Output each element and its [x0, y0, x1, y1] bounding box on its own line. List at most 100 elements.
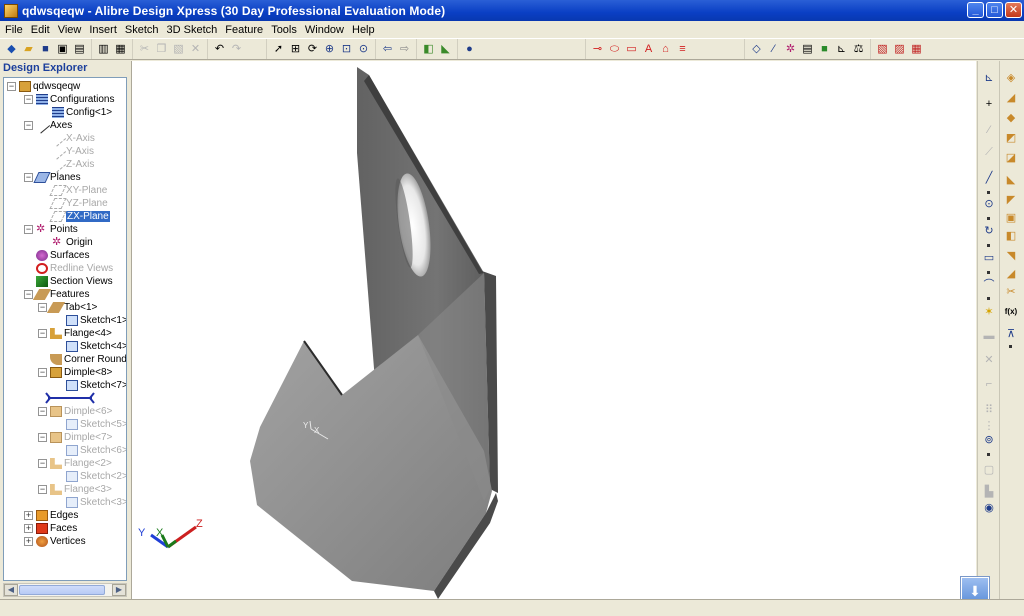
- tree-node-xy-plane[interactable]: XY-Plane: [49, 184, 107, 197]
- line-tool-icon[interactable]: ╱: [982, 171, 996, 185]
- tree-node-axes[interactable]: − Axes: [24, 117, 72, 134]
- tree-node-points[interactable]: − ✲ Points: [24, 223, 78, 236]
- save-icon[interactable]: ■: [39, 42, 52, 56]
- collapse-icon[interactable]: −: [24, 225, 33, 234]
- flange-feature-icon[interactable]: ◢: [1004, 91, 1018, 105]
- tree-node-corner-round-5[interactable]: Corner Round<5>: [50, 353, 126, 366]
- scroll-left-icon[interactable]: ◀: [4, 584, 18, 596]
- menu-feature[interactable]: Feature: [222, 24, 268, 36]
- collapse-icon[interactable]: −: [38, 407, 47, 416]
- menu-3d-sketch[interactable]: 3D Sketch: [164, 24, 223, 36]
- redline-ellipse-icon[interactable]: ⬭: [608, 42, 621, 56]
- box-feature-icon[interactable]: ▣: [1004, 211, 1018, 225]
- menu-sketch[interactable]: Sketch: [122, 24, 164, 36]
- publish-icon[interactable]: ▦: [910, 42, 923, 56]
- project-tool-icon[interactable]: ▙: [982, 485, 996, 499]
- hem-feature-icon[interactable]: ◣: [1004, 173, 1018, 187]
- zoom-in-icon[interactable]: ⊕: [323, 42, 336, 56]
- zoom-window-icon[interactable]: ⊞: [289, 42, 302, 56]
- close-button[interactable]: ✕: [1005, 2, 1022, 18]
- collapse-icon[interactable]: −: [38, 433, 47, 442]
- collapse-icon[interactable]: −: [38, 459, 47, 468]
- offset-tool-icon[interactable]: ⌐: [982, 377, 996, 391]
- save-as-icon[interactable]: ▤: [73, 42, 86, 56]
- bend-feature-icon[interactable]: ◥: [1004, 249, 1018, 263]
- fillet-tool-icon[interactable]: ⌒: [982, 278, 996, 292]
- unfold-feature-icon[interactable]: f(x): [1004, 305, 1018, 319]
- redline-text-icon[interactable]: A: [642, 42, 655, 56]
- collapse-icon[interactable]: −: [24, 173, 33, 182]
- tree-node-sketch-6[interactable]: Sketch<6>: [66, 444, 126, 457]
- plane-icon[interactable]: ◇: [750, 42, 763, 56]
- render-icon[interactable]: ◣: [439, 42, 452, 56]
- maximize-button[interactable]: □: [986, 2, 1003, 18]
- tree-node-edges[interactable]: + Edges: [24, 509, 78, 522]
- expand-icon[interactable]: +: [24, 511, 33, 520]
- collapse-icon[interactable]: −: [38, 329, 47, 338]
- tree-node-faces[interactable]: + Faces: [24, 522, 77, 535]
- flat-pattern-icon[interactable]: ✂: [1004, 285, 1018, 299]
- point-tool-icon[interactable]: +: [982, 97, 996, 111]
- tree-node-planes[interactable]: − Planes: [24, 171, 81, 184]
- menu-edit[interactable]: Edit: [28, 24, 55, 36]
- collapse-icon[interactable]: −: [38, 303, 47, 312]
- rotate-icon[interactable]: ⟳: [306, 42, 319, 56]
- tree-node-dimple-7[interactable]: − Dimple<7>: [38, 431, 112, 444]
- spline-tool-icon[interactable]: ✶: [982, 305, 996, 319]
- tree-node-flange-4[interactable]: − Flange<4>: [38, 327, 112, 340]
- tree-node-sketch-4[interactable]: Sketch<4>: [66, 340, 126, 353]
- 3d-viewport[interactable]: Y X Y X Z: [131, 61, 976, 599]
- tab-feature-icon[interactable]: ◈: [1004, 71, 1018, 85]
- zoom-extents-icon[interactable]: ⊡: [340, 42, 353, 56]
- menu-view[interactable]: View: [55, 24, 87, 36]
- collapse-icon[interactable]: −: [24, 95, 33, 104]
- zoom-icon[interactable]: ⊙: [357, 42, 370, 56]
- rectangle-tool-icon[interactable]: ▭: [982, 251, 996, 265]
- constraint-tool-icon[interactable]: ⊚: [982, 433, 996, 447]
- tree-node-root[interactable]: − qdwsqeqw: [7, 80, 80, 93]
- construction-line-icon[interactable]: ⁄: [982, 123, 996, 137]
- point-icon[interactable]: ✲: [784, 42, 797, 56]
- collapse-icon[interactable]: −: [38, 485, 47, 494]
- menu-help[interactable]: Help: [349, 24, 380, 36]
- tree-node-sketch-3[interactable]: Sketch<3>: [66, 496, 126, 509]
- copy-icon[interactable]: ❐: [155, 42, 168, 56]
- back-view-icon[interactable]: ⇦: [381, 42, 394, 56]
- tree-node-sketch-2[interactable]: Sketch<2>: [66, 470, 126, 483]
- tree-node-flange-2[interactable]: − Flange<2>: [38, 457, 112, 470]
- part-icon[interactable]: ■: [818, 42, 831, 56]
- circle-tool-icon[interactable]: ⊙: [982, 197, 996, 211]
- rip-feature-icon[interactable]: ◧: [1004, 229, 1018, 243]
- shading-icon[interactable]: ◧: [422, 42, 435, 56]
- tree-node-sketch-7[interactable]: Sketch<7>: [66, 379, 126, 392]
- scroll-thumb[interactable]: [19, 585, 105, 595]
- tree-node-section-views[interactable]: Section Views: [36, 275, 113, 288]
- menu-file[interactable]: File: [2, 24, 28, 36]
- mirror-tool-icon[interactable]: ⋮: [982, 419, 996, 433]
- render-sphere-icon[interactable]: ◉: [982, 501, 996, 515]
- expand-icon[interactable]: +: [24, 537, 33, 546]
- arc-tool-icon[interactable]: ↻: [982, 224, 996, 238]
- anchor-tool-icon[interactable]: ▢: [982, 463, 996, 477]
- dimension-tool-icon[interactable]: ⟋: [982, 145, 996, 159]
- expand-icon[interactable]: +: [24, 524, 33, 533]
- tree-node-features[interactable]: − Features: [24, 288, 89, 301]
- collapse-icon[interactable]: −: [38, 368, 47, 377]
- open-icon[interactable]: ▰: [22, 42, 35, 56]
- scroll-right-icon[interactable]: ▶: [112, 584, 126, 596]
- redline-rect-icon[interactable]: ▭: [625, 42, 638, 56]
- new-icon[interactable]: ◆: [5, 42, 18, 56]
- part-model[interactable]: Y X Y X Z: [132, 61, 977, 599]
- cut-icon[interactable]: ✂: [138, 42, 151, 56]
- trim-tool-icon[interactable]: ✕: [982, 353, 996, 367]
- tree-node-vertices[interactable]: + Vertices: [24, 535, 86, 548]
- export-icon[interactable]: ▨: [893, 42, 906, 56]
- redline-line-icon[interactable]: ⊸: [591, 42, 604, 56]
- cut-feature-icon[interactable]: ◪: [1004, 151, 1018, 165]
- tree-node-dimple-6[interactable]: − Dimple<6>: [38, 405, 112, 418]
- sketch-icon[interactable]: ⊾: [982, 71, 996, 85]
- tree-node-redline-views[interactable]: Redline Views: [36, 262, 113, 275]
- print-icon[interactable]: ▥: [97, 42, 110, 56]
- dimple-feature-icon[interactable]: ◆: [1004, 111, 1018, 125]
- extrude-feature-icon[interactable]: ◩: [1004, 131, 1018, 145]
